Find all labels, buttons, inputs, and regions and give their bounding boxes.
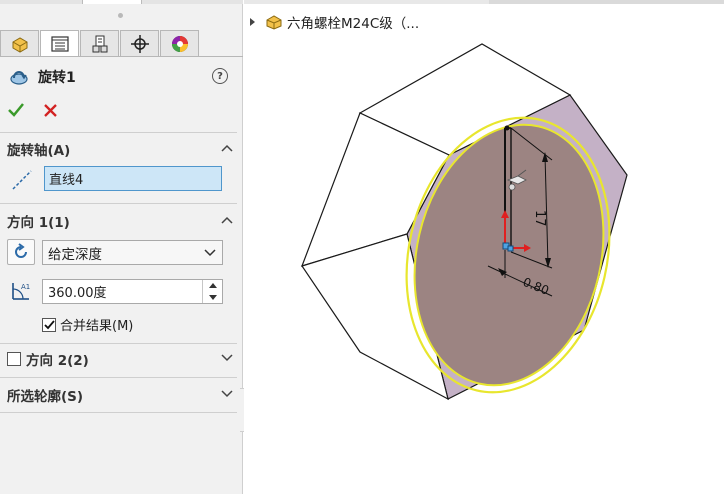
- divider: [0, 203, 237, 204]
- display-manager-icon: [171, 36, 188, 52]
- spin-up-button[interactable]: [203, 280, 222, 292]
- direction1-section-header[interactable]: 方向 1(1): [7, 211, 237, 231]
- chevron-up-icon[interactable]: [221, 215, 233, 225]
- axis-section-title: 旋转轴(A): [7, 143, 71, 159]
- angle-input[interactable]: 360.00度: [42, 279, 223, 304]
- ok-cancel-row: [8, 100, 57, 120]
- merge-result-checkbox[interactable]: [42, 317, 56, 332]
- direction2-title: 方向 2(2): [26, 353, 89, 369]
- end-condition-select[interactable]: 给定深度: [42, 240, 223, 265]
- property-manager-icon: [50, 36, 69, 52]
- merge-result-row: 合并结果(M): [42, 315, 133, 334]
- feature-title: 旋转1: [38, 70, 76, 86]
- hex-nut-model[interactable]: 17 0.80: [244, 0, 724, 494]
- manager-tabs: [0, 30, 243, 57]
- divider: [0, 377, 237, 378]
- panel-splitter-handle[interactable]: [118, 13, 123, 18]
- help-button[interactable]: ?: [212, 68, 228, 84]
- reverse-direction-button[interactable]: [7, 239, 35, 265]
- direction1-title: 方向 1(1): [7, 215, 70, 231]
- tab-property-manager[interactable]: [40, 30, 79, 57]
- configuration-manager-icon: [92, 35, 107, 53]
- angle-icon: A1: [12, 283, 30, 300]
- panel-top-strip: [0, 0, 243, 4]
- tab-configuration-manager[interactable]: [80, 30, 119, 57]
- chevron-down-icon: [204, 249, 216, 257]
- axis-icon: [12, 170, 32, 190]
- chevron-up-icon[interactable]: [221, 143, 233, 153]
- end-condition-value: 给定深度: [48, 246, 102, 263]
- axis-selection-field[interactable]: 直线4: [44, 166, 222, 191]
- help-icon: ?: [217, 70, 223, 82]
- revolve-feature-icon: [10, 71, 28, 85]
- tab-feature-manager[interactable]: [0, 30, 39, 57]
- feature-title-row: 旋转1: [8, 66, 236, 88]
- chevron-down-icon[interactable]: [221, 353, 233, 363]
- sketch-endpoint[interactable]: [504, 125, 510, 131]
- dim-vertical-value[interactable]: 17: [532, 210, 547, 227]
- triangle-down-icon: [208, 294, 217, 300]
- graphics-viewport[interactable]: 六角螺栓M24C级（... 17 0.80: [244, 0, 724, 494]
- svg-text:A1: A1: [21, 283, 30, 291]
- chevron-down-icon[interactable]: [221, 389, 233, 399]
- direction2-checkbox[interactable]: [7, 352, 21, 366]
- triangle-up-icon: [208, 283, 217, 289]
- spin-down-button[interactable]: [203, 292, 222, 304]
- reverse-direction-icon: [15, 243, 27, 258]
- axis-selection-value: 直线4: [49, 173, 84, 188]
- dimxpert-manager-icon: [130, 35, 149, 53]
- ok-button[interactable]: [8, 103, 24, 117]
- property-manager-panel: 旋转1 ? 旋转轴(A) 直线4 方向 1(1) 给定深度 A1 360.00度…: [0, 0, 243, 494]
- merge-result-label: 合并结果(M): [60, 319, 134, 334]
- selected-contours-title: 所选轮廓(S): [7, 389, 84, 405]
- divider: [0, 412, 237, 413]
- axis-section-header[interactable]: 旋转轴(A): [7, 139, 237, 159]
- direction2-section-header[interactable]: 方向 2(2): [7, 349, 237, 369]
- angle-value: 360.00度: [48, 286, 107, 301]
- panel-top-strip-segment: [82, 0, 142, 4]
- tab-underline: [0, 56, 243, 57]
- angle-spinner: [202, 280, 222, 303]
- divider: [0, 132, 237, 133]
- cancel-button[interactable]: [44, 103, 57, 117]
- selected-contours-section-header[interactable]: 所选轮廓(S): [7, 385, 237, 405]
- tab-display-manager[interactable]: [160, 30, 199, 57]
- origin-marker-2: [507, 245, 514, 252]
- feature-manager-icon: [12, 37, 27, 53]
- tab-dimxpert-manager[interactable]: [120, 30, 159, 57]
- divider: [0, 343, 237, 344]
- check-icon: [43, 319, 55, 329]
